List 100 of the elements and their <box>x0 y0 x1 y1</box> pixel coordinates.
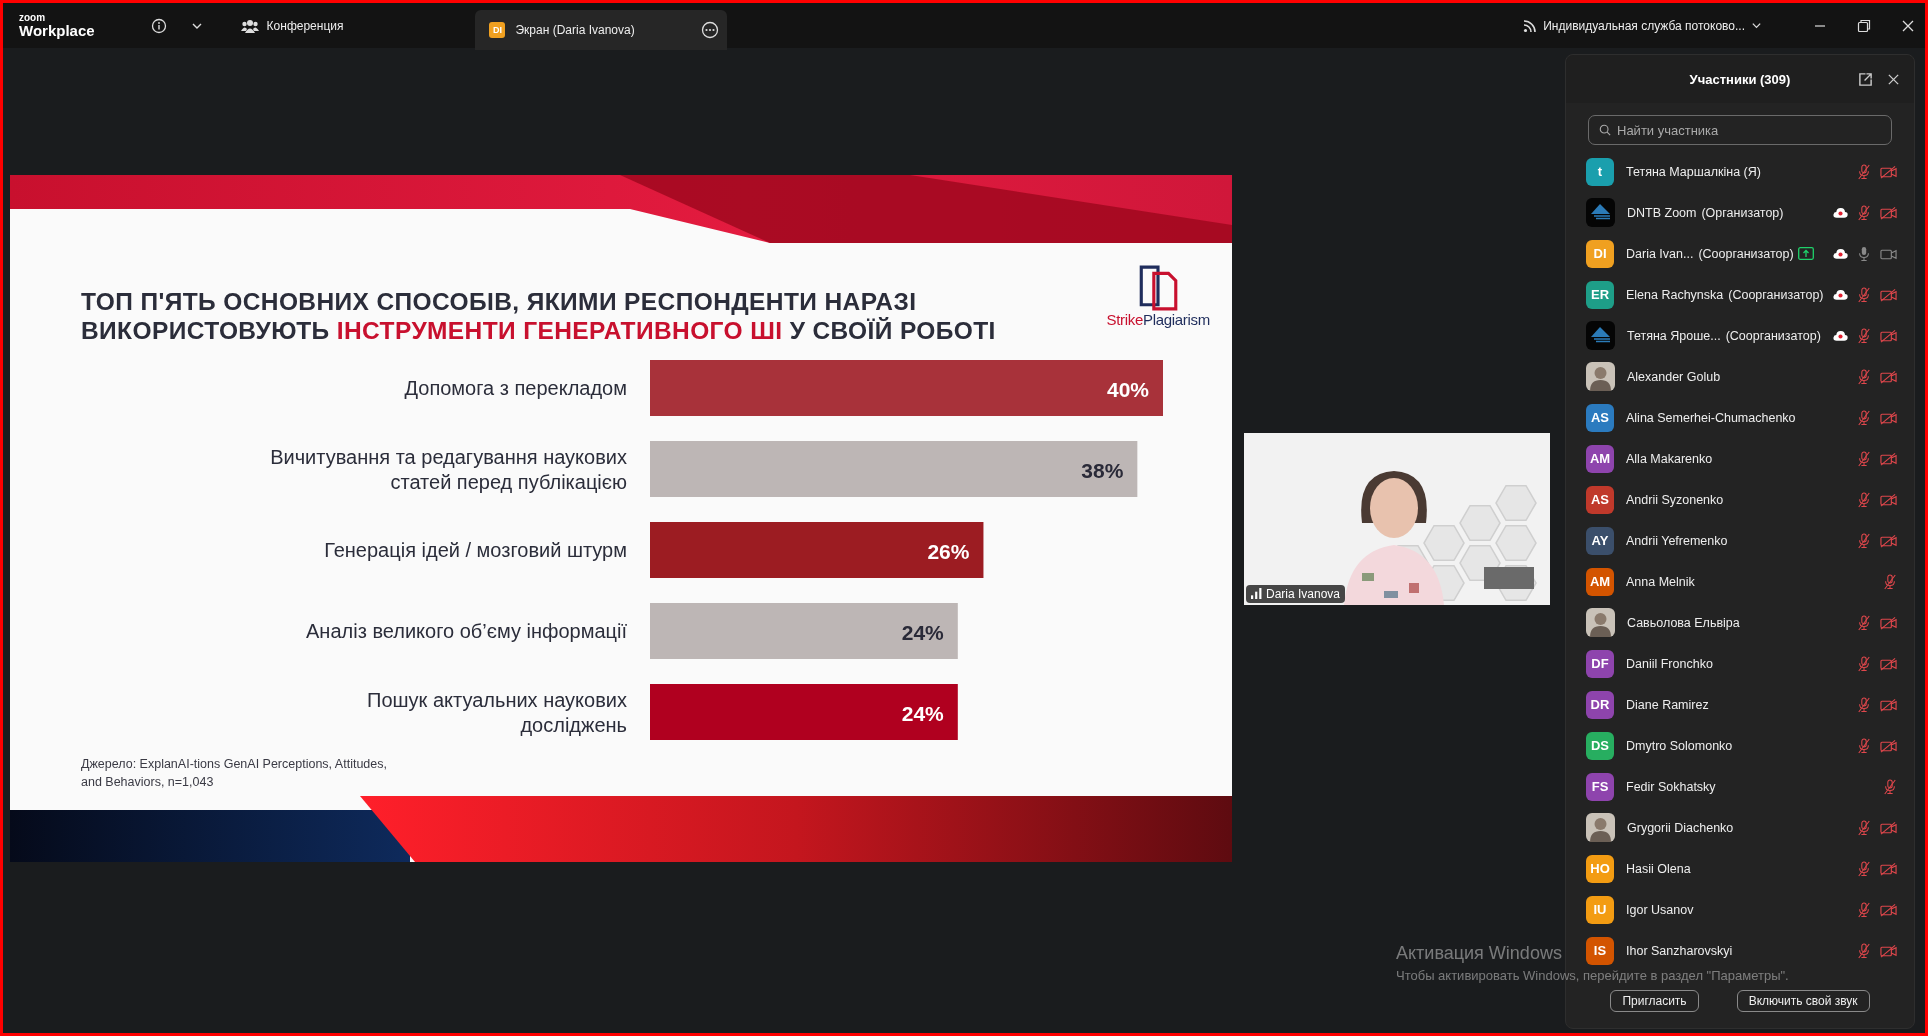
participant-name: Dmytro Solomonko <box>1626 738 1733 753</box>
participant-name: Daria Ivanova <box>1266 586 1341 601</box>
participant-row[interactable]: AM Anna Melnik <box>1566 561 1909 602</box>
participant-role: (Соорганизатор) <box>1725 328 1821 343</box>
logo-avatar-icon <box>1586 321 1615 350</box>
participant-name: Fedir Sokhatsky <box>1626 779 1716 794</box>
avatar: DF <box>1586 649 1614 678</box>
value-label: 24% <box>901 702 944 725</box>
participant-row[interactable]: HO Hasii Olena <box>1566 848 1909 889</box>
avatar: AY <box>1586 526 1614 555</box>
info-icon[interactable] <box>150 17 167 34</box>
value-label: 38% <box>1081 459 1124 482</box>
participant-name: DNTB Zoom <box>1627 205 1697 220</box>
brand-logo-text: StrikePlagiarism <box>1106 311 1210 328</box>
avatar-silhouette-icon <box>1586 813 1615 842</box>
avatar: AS <box>1586 485 1614 514</box>
documents-icon <box>1137 265 1180 311</box>
participant-name: Diane Ramirez <box>1626 697 1709 712</box>
participant-name: Тетяна Ярoше... <box>1627 328 1721 343</box>
participant-row[interactable]: AS Alina Semerhei-Chumachenko <box>1566 397 1909 438</box>
participant-row[interactable]: IU Igor Usanov <box>1566 889 1909 930</box>
participant-name: Andrii Syzonenko <box>1626 492 1724 507</box>
participant-role: (Соорганизатор) <box>1728 287 1824 302</box>
participant-row[interactable]: DS Dmytro Solomonko <box>1566 725 1909 766</box>
participant-name: Grygorii Diachenko <box>1627 820 1734 835</box>
participant-name: Daria Ivan... <box>1626 246 1694 261</box>
participant-row[interactable]: ER Elena Rachynska (Соорганизатор) <box>1566 274 1909 315</box>
participant-name: Alexander Golub <box>1627 369 1721 384</box>
participant-row[interactable]: DR Diane Ramirez <box>1566 684 1909 725</box>
avatar: IU <box>1586 895 1614 924</box>
panel-button[interactable]: Включить свой звук <box>1736 990 1870 1012</box>
streaming-dropdown[interactable]: Индивидуальная служба потоково... <box>1523 18 1762 33</box>
participant-row[interactable]: IS Ihor Sanzharovskyi <box>1566 930 1909 971</box>
panel-button[interactable]: Пригласить <box>1610 990 1699 1012</box>
broadcast-icon <box>1523 18 1538 33</box>
participant-name: Ihor Sanzharovskyi <box>1626 943 1733 958</box>
participant-row[interactable]: DF Daniil Fronchko <box>1566 643 1909 684</box>
participant-row[interactable]: AM Alla Makarenko <box>1566 438 1909 479</box>
avatar: DR <box>1586 690 1614 719</box>
avatar: AM <box>1586 444 1614 473</box>
signal-icon <box>1251 588 1262 599</box>
participant-role: (Организатор) <box>1701 205 1784 220</box>
participant-name: Тетяна Маршалкіна (Я) <box>1626 164 1761 179</box>
avatar: IS <box>1586 936 1614 965</box>
panel-title: Участники (309) <box>1689 71 1791 87</box>
close-icon[interactable] <box>1887 72 1900 86</box>
value-label: 40% <box>1106 378 1149 401</box>
participant-row[interactable]: AS Andrii Syzonenko <box>1566 479 1909 520</box>
search-icon <box>1599 124 1611 136</box>
avatar: AS <box>1586 403 1614 432</box>
participant-name: Andrii Yefremenko <box>1626 533 1728 548</box>
participant-name: Alina Semerhei-Chumachenko <box>1626 410 1796 425</box>
participant-row[interactable]: Grygorii Diachenko <box>1566 807 1909 848</box>
participant-row[interactable]: DI Daria Ivan... (Соорганизатор) <box>1566 233 1909 274</box>
avatar: ER <box>1586 280 1614 309</box>
bar-label: Допомога з перекладом <box>403 376 627 401</box>
value-label: 26% <box>927 540 970 563</box>
close-icon[interactable] <box>1901 18 1915 33</box>
activation-notice-title: Активация Windows <box>1396 943 1562 964</box>
participant-name: Alla Makarenko <box>1626 451 1713 466</box>
search-field[interactable]: Найти участника <box>1588 115 1892 145</box>
avatar: DS <box>1586 731 1614 760</box>
participant-row[interactable]: t Тетяна Маршалкіна (Я) <box>1566 151 1909 192</box>
participant-name: Elena Rachynska <box>1626 287 1724 302</box>
participant-name: Hasii Olena <box>1626 861 1691 876</box>
avatar-silhouette-icon <box>1586 608 1615 637</box>
tab[interactable]: DI Экран (Daria Ivanova) <box>475 9 727 50</box>
people-icon <box>240 18 259 33</box>
chevron-down-icon <box>1751 20 1762 31</box>
participant-name: Igor Usanov <box>1626 902 1694 917</box>
participant-name: Anna Melnik <box>1626 574 1695 589</box>
logo-avatar-icon <box>1586 198 1615 227</box>
participant-row[interactable]: AY Andrii Yefremenko <box>1566 520 1909 561</box>
avatar: AM <box>1586 567 1614 596</box>
more-icon[interactable] <box>700 20 719 39</box>
tab[interactable]: Конференция <box>226 3 358 48</box>
participant-row[interactable]: DNTB Zoom (Организатор) <box>1566 192 1909 233</box>
logo-text: Workplace <box>19 23 95 38</box>
bar-label: Пошук актуальних наукових досліджень <box>366 687 627 738</box>
slide-title: ТОП П'ЯТЬ ОСНОВНИХ СПОСОБІВ, ЯКИМИ РЕСПОНДЕНТИ НАРАЗІ ВИКОРИСТОВУЮТЬ ІНСТРУМЕНТИ ГЕНЕРАТИВНОГО ШІ У СВОЇЙ РОБОТІ <box>81 287 996 345</box>
avatar: FS <box>1586 772 1614 801</box>
avatar: DI <box>489 21 506 38</box>
bar-label: Вичитування та редагування наукових статей перед публікацією <box>269 444 627 495</box>
pop-out-icon[interactable] <box>1858 71 1873 87</box>
value-label: 24% <box>901 621 944 644</box>
participant-row[interactable]: FS Fedir Sokhatsky <box>1566 766 1909 807</box>
source-note: Джерело: ExplanAI-tions GenAI Perceptions, Attitudes, and Behaviors, n=1,043 <box>81 756 388 791</box>
avatar-silhouette-icon <box>1586 362 1615 391</box>
bar-label: Генерація ідей / мозговий штурм <box>323 538 627 563</box>
avatar: t <box>1586 157 1614 186</box>
activation-notice-text: Чтобы активировать Windows, перейдите в раздел "Параметры". <box>1396 968 1789 983</box>
restore-icon[interactable] <box>1857 18 1871 33</box>
participant-row[interactable]: Alexander Golub <box>1566 356 1909 397</box>
avatar: HO <box>1586 854 1614 883</box>
participant-row[interactable]: Тетяна Ярoше... (Соорганизатор) <box>1566 315 1909 356</box>
participant-name: Савьолова Ельвіра <box>1627 615 1740 630</box>
participant-role: (Соорганизатор) <box>1698 246 1794 261</box>
participant-row[interactable]: Савьолова Ельвіра <box>1566 602 1909 643</box>
bar-label: Аналіз великого об’єму інформації <box>305 619 627 644</box>
participant-name: Daniil Fronchko <box>1626 656 1713 671</box>
